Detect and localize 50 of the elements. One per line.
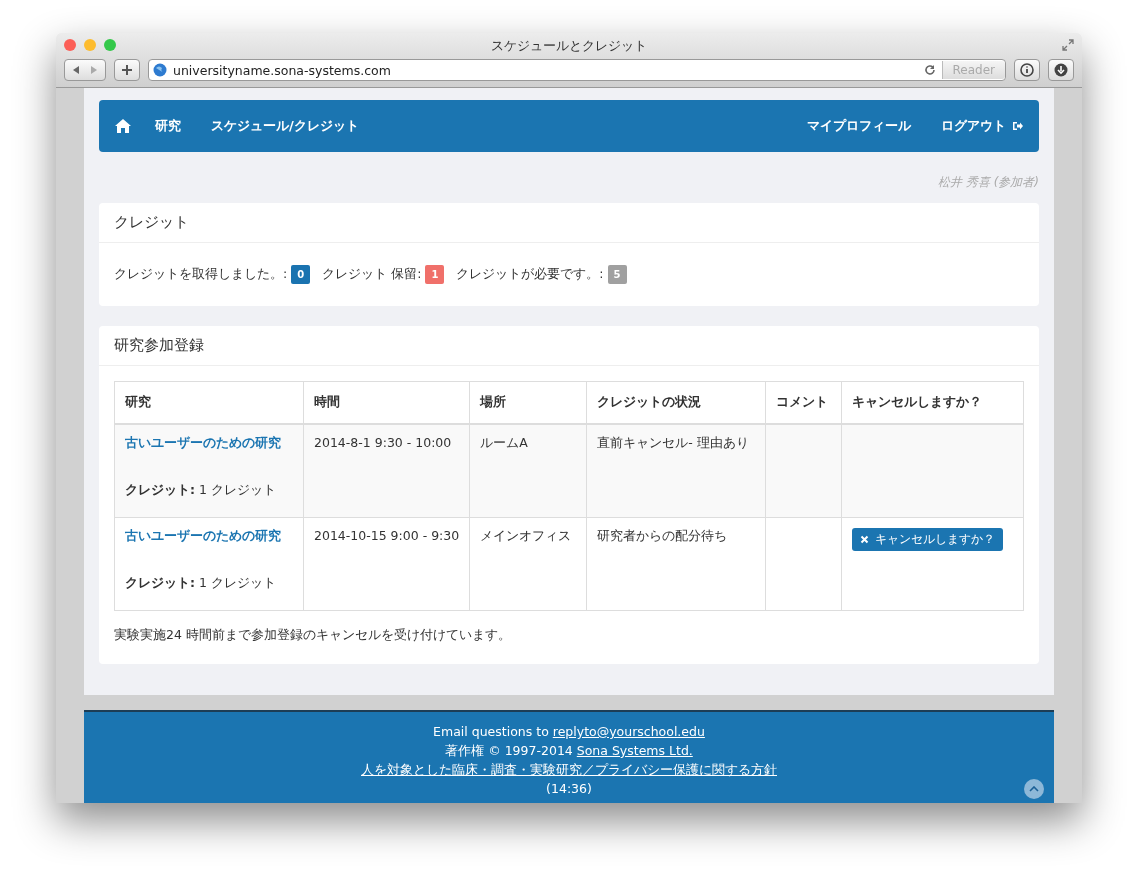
fullscreen-icon[interactable] [1062,39,1074,51]
footer-text: 著作権 © 1997-2014 [445,743,573,758]
table-cell: ルームA [480,435,528,450]
close-button[interactable] [64,39,76,51]
credit-count: 1 [425,265,445,284]
credit-info: クレジット: 1 クレジット [125,575,277,592]
server-time: (14:36) [546,781,592,796]
chevron-up-icon [1029,786,1039,792]
back-icon [71,65,81,75]
table-cell: 2014-8-1 9:30 - 10:00 [314,435,452,450]
info-icon [1020,63,1034,77]
table-cell: メインオフィス [480,528,572,543]
panel-title: クレジット [99,203,1039,243]
nav-link[interactable]: マイプロフィール [807,117,911,135]
globe-icon [153,63,167,77]
credit-count: 0 [291,265,311,284]
back-forward-buttons[interactable] [64,59,106,81]
window-title: スケジュールとクレジット [491,38,647,53]
user-name: 松井 秀喜 (参加者) [937,174,1039,191]
table-cell: 2014-10-15 9:00 - 9:30 [314,528,460,543]
cancel-button[interactable]: キャンセルしますか？ [852,528,1004,551]
company-link[interactable]: Sona Systems Ltd. [576,743,693,758]
study-link[interactable]: 古いユーザーのための研究 [125,435,293,452]
download-button[interactable] [1048,59,1074,81]
forward-icon [89,65,99,75]
credit-count: 5 [607,265,627,284]
nav-link[interactable]: スケジュール/クレジット [211,117,359,135]
credit-label: クレジットが必要です。: [456,266,604,283]
info-button[interactable] [1014,59,1040,81]
credit-info: クレジット: 1 クレジット [125,482,277,499]
cancellation-note: 実験実施24 時間前まで参加登録のキャンセルを受け付けています。 [114,627,512,644]
credit-label: クレジット 保留: [322,266,422,283]
nav-link[interactable]: ログアウト [941,117,1006,135]
new-tab-button[interactable] [114,59,140,81]
nav-link[interactable]: 研究 [155,117,181,135]
panel-title: 研究参加登録 [99,326,1039,366]
close-icon [860,535,870,544]
footer-text: Email questions to [433,724,549,739]
credit-label: クレジットを取得しました。: [114,266,288,283]
plus-icon [121,64,133,76]
table-cell: 直前キャンセル- 理由あり [597,435,749,450]
address-bar[interactable]: universityname.sona-systems.com Reader [148,59,1006,81]
study-link[interactable]: 古いユーザーのための研究 [125,528,293,545]
logout-icon[interactable] [1012,121,1023,131]
reload-icon[interactable] [923,64,936,76]
download-icon [1054,63,1068,77]
policy-link[interactable]: 人を対象とした臨床・調査・実験研究／プライバシー保護に関する方針 [361,762,777,777]
table-cell: 研究者からの配分待ち [597,528,728,543]
home-icon[interactable] [115,119,131,133]
email-link[interactable]: replyto@yourschool.edu [552,724,705,739]
